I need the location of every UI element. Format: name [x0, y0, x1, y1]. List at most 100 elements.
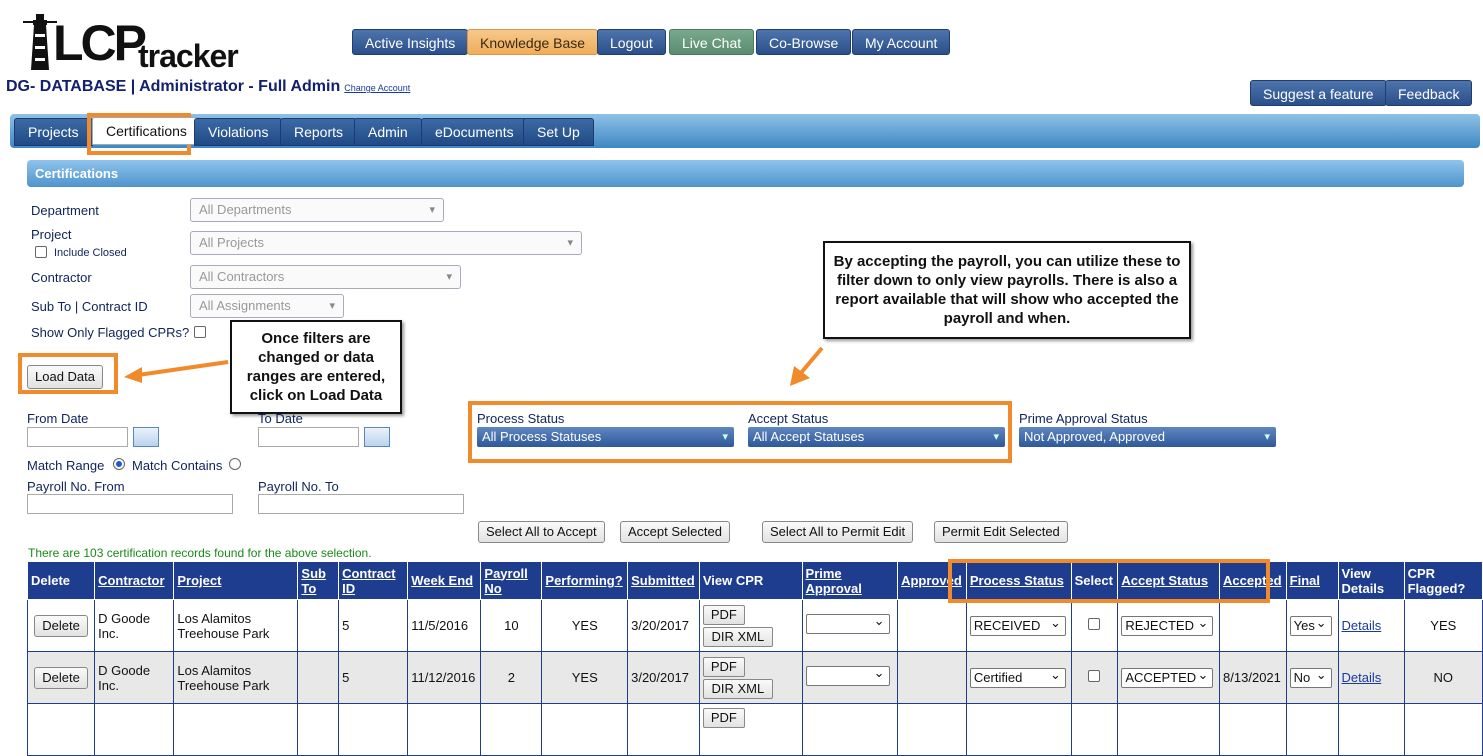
arrow-to-status-filters-icon: [790, 346, 824, 386]
select-all-permit-edit-button[interactable]: Select All to Permit Edit: [762, 521, 914, 543]
subto-select[interactable]: All Assignments: [190, 294, 344, 318]
pdf-button[interactable]: PDF: [702, 604, 745, 625]
project-select[interactable]: All Projects: [190, 231, 582, 255]
col-submitted[interactable]: Submitted: [627, 561, 700, 600]
payroll-from-input[interactable]: [27, 494, 233, 514]
match-range-radio[interactable]: [113, 458, 125, 470]
details-link[interactable]: Details: [1342, 670, 1382, 685]
approved-cell: [897, 651, 967, 704]
col-contractor[interactable]: Contractor: [94, 561, 175, 600]
tab-reports[interactable]: Reports: [280, 118, 358, 146]
delete-button[interactable]: Delete: [34, 614, 88, 637]
process-status-select[interactable]: All Process Statuses: [477, 427, 734, 447]
lighthouse-icon: [23, 14, 57, 70]
accept-status-dropdown[interactable]: ACCEPTED: [1121, 666, 1214, 688]
match-contains-label: Match Contains: [132, 458, 223, 473]
include-closed-checkbox[interactable]: [35, 246, 47, 258]
account-title: DG- DATABASE | Administrator - Full Admi…: [6, 78, 410, 96]
select-all-accept-button[interactable]: Select All to Accept: [478, 521, 605, 543]
accept-selected-button[interactable]: Accept Selected: [620, 521, 730, 543]
view-details-cell: Details: [1337, 651, 1405, 704]
col-sub-to[interactable]: Sub To: [297, 561, 340, 600]
my-account-button[interactable]: My Account: [852, 29, 951, 55]
tab-edocuments[interactable]: eDocuments: [421, 118, 528, 146]
process-status-label: Process Status: [477, 411, 565, 426]
approved-cell: [897, 599, 967, 652]
view-details-cell: Details: [1337, 599, 1405, 652]
col-contract-id[interactable]: Contract ID: [338, 561, 409, 600]
include-closed-label: Include Closed: [54, 247, 127, 259]
table-row: Delete D Goode Inc. Los Alamitos Treehou…: [26, 599, 1483, 652]
department-select[interactable]: All Departments: [190, 198, 444, 222]
final-dropdown[interactable]: No: [1289, 666, 1332, 688]
sub-to-cell: [297, 651, 340, 704]
prime-approval-select[interactable]: [805, 664, 890, 686]
payroll-no-cell: 2: [480, 651, 543, 704]
active-insights-button[interactable]: Active Insights: [352, 29, 469, 55]
status-columns-highlight: [948, 559, 1270, 603]
final-dropdown[interactable]: Yes: [1289, 614, 1332, 636]
pdf-button[interactable]: PDF: [702, 656, 745, 677]
accept-status-select[interactable]: All Accept Statuses: [748, 427, 1005, 447]
col-view-cpr: View CPR: [698, 561, 803, 600]
submitted-cell: 3/20/2017: [627, 651, 700, 704]
col-payroll-no[interactable]: Payroll No: [480, 561, 543, 600]
accept-status-dropdown[interactable]: REJECTED: [1121, 614, 1214, 636]
cpr-flagged-cell: YES: [1403, 599, 1483, 652]
details-link[interactable]: Details: [1342, 618, 1382, 633]
to-date-label: To Date: [258, 411, 303, 426]
tab-setup[interactable]: Set Up: [523, 118, 594, 146]
col-delete: Delete: [26, 561, 96, 600]
suggest-feature-button[interactable]: Suggest a feature: [1250, 80, 1387, 106]
department-label: Department: [31, 203, 99, 218]
flagged-label: Show Only Flagged CPRs?: [31, 325, 190, 340]
load-data-button[interactable]: Load Data: [27, 365, 103, 389]
account-name: DG- DATABASE | Administrator - Full Admi…: [6, 78, 341, 95]
prime-approval-select[interactable]: Not Approved, Approved: [1019, 427, 1276, 447]
process-status-dropdown[interactable]: Certified: [969, 666, 1066, 688]
from-date-input[interactable]: [27, 427, 128, 447]
dir-xml-button[interactable]: DIR XML: [702, 678, 773, 699]
calendar-icon[interactable]: [364, 427, 390, 447]
col-final[interactable]: Final: [1285, 561, 1339, 600]
accept-status-cell: ACCEPTED: [1117, 651, 1221, 704]
col-performing[interactable]: Performing?: [541, 561, 629, 600]
accepted-cell: 8/13/2021: [1219, 651, 1287, 704]
contract-id-cell: 5: [338, 599, 409, 652]
view-cpr-cell: PDF DIR XML: [698, 599, 803, 652]
payroll-to-input[interactable]: [258, 494, 464, 514]
calendar-icon[interactable]: [133, 427, 159, 447]
delete-button[interactable]: Delete: [34, 666, 88, 689]
select-cell: [1070, 651, 1119, 704]
permit-edit-selected-button[interactable]: Permit Edit Selected: [934, 521, 1068, 543]
flagged-checkbox[interactable]: [194, 326, 206, 338]
tab-certifications[interactable]: Certifications: [92, 117, 201, 145]
prime-approval-cell: [801, 651, 899, 704]
col-week-end[interactable]: Week End: [407, 561, 482, 600]
process-status-dropdown[interactable]: RECEIVED: [969, 614, 1066, 636]
match-contains-radio[interactable]: [229, 458, 241, 470]
to-date-input[interactable]: [258, 427, 359, 447]
co-browse-button[interactable]: Co-Browse: [756, 29, 852, 55]
dir-xml-button[interactable]: DIR XML: [702, 626, 773, 647]
live-chat-button[interactable]: Live Chat: [669, 29, 755, 55]
select-checkbox[interactable]: [1088, 618, 1101, 630]
contractor-select[interactable]: All Contractors: [190, 265, 461, 289]
table-row: Delete D Goode Inc. Los Alamitos Treehou…: [26, 651, 1483, 704]
tab-violations[interactable]: Violations: [194, 118, 283, 146]
col-project[interactable]: Project: [173, 561, 299, 600]
col-prime-approval[interactable]: Prime Approval: [801, 561, 899, 600]
select-checkbox[interactable]: [1088, 670, 1101, 682]
feedback-button[interactable]: Feedback: [1385, 80, 1473, 106]
tab-projects[interactable]: Projects: [14, 118, 93, 146]
prime-approval-select[interactable]: [805, 612, 890, 634]
tab-admin[interactable]: Admin: [354, 118, 422, 146]
from-date-label: From Date: [27, 411, 89, 426]
pdf-button[interactable]: PDF: [702, 708, 745, 728]
accepted-cell: [1219, 599, 1287, 652]
logout-button[interactable]: Logout: [597, 29, 666, 55]
section-title: Certifications: [27, 160, 1464, 187]
change-account-link[interactable]: Change Account: [344, 83, 410, 93]
knowledge-base-button[interactable]: Knowledge Base: [467, 29, 599, 55]
result-count-text: There are 103 certification records foun…: [28, 546, 372, 560]
